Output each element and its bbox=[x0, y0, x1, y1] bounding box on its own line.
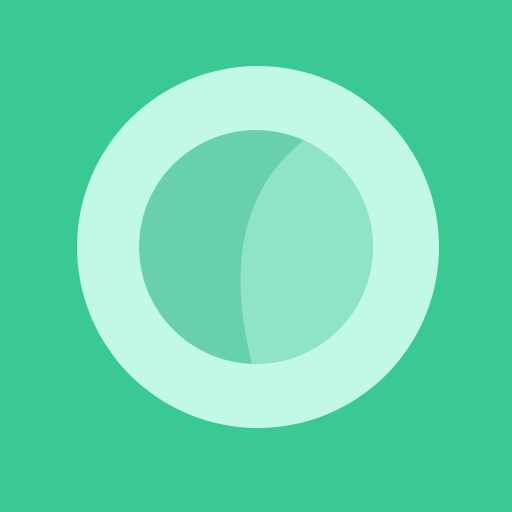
lens-icon bbox=[0, 0, 512, 512]
app-icon bbox=[0, 0, 512, 512]
